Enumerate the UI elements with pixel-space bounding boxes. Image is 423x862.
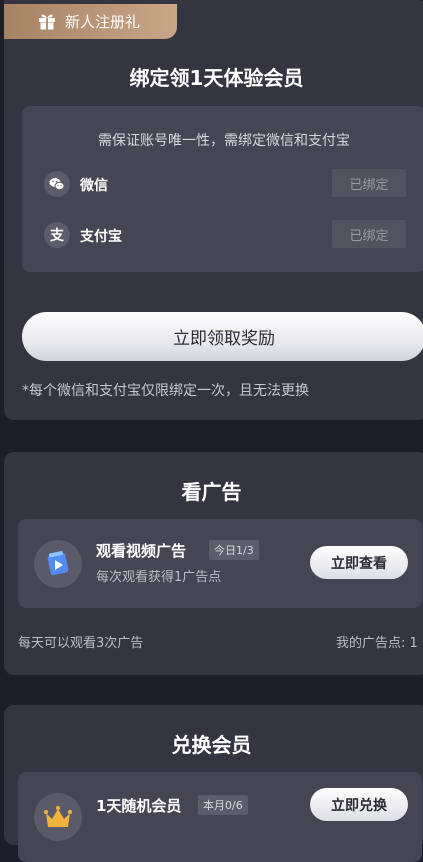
- vip-monthly-badge: 本月0/6: [198, 795, 248, 815]
- wechat-label: 微信: [80, 178, 108, 194]
- wechat-icon: [44, 171, 70, 197]
- ad-section-title: 看广告: [181, 480, 242, 504]
- ad-daily-badge: 今日1/3: [209, 540, 259, 560]
- vip-task-panel: 1天随机会员 本月0/6 立即兑换: [18, 772, 422, 862]
- ad-points: 我的广告点: 1: [336, 636, 418, 651]
- wechat-bound-button[interactable]: 已绑定: [332, 169, 406, 197]
- vip-task-title: 1天随机会员: [96, 797, 182, 815]
- view-ad-button[interactable]: 立即查看: [310, 546, 408, 579]
- alipay-bound-button[interactable]: 已绑定: [332, 220, 406, 248]
- bind-panel: 需保证账号唯一性，需绑定微信和支付宝 微信 已绑定 支 支付宝 已绑定: [22, 106, 423, 272]
- alipay-icon: 支: [44, 222, 70, 248]
- claim-reward-button[interactable]: 立即领取奖励: [22, 312, 423, 361]
- crown-icon: [34, 793, 82, 841]
- vip-section-title: 兑换会员: [171, 733, 252, 757]
- ad-task-panel: 观看视频广告 今日1/3 每次观看获得1广告点 立即查看: [18, 519, 422, 608]
- ad-daily-limit: 每天可以观看3次广告: [18, 636, 144, 651]
- bind-footnote: *每个微信和支付宝仅限绑定一次，且无法更换: [22, 383, 309, 399]
- video-ad-icon: [34, 540, 82, 588]
- bind-section-title: 绑定领1天体验会员: [129, 66, 304, 90]
- ad-task-desc: 每次观看获得1广告点: [96, 570, 222, 585]
- bind-reward-card: 绑定领1天体验会员 需保证账号唯一性，需绑定微信和支付宝 微信 已绑定 支 支付…: [4, 0, 423, 420]
- gift-icon: [39, 14, 55, 30]
- alipay-label: 支付宝: [80, 229, 122, 245]
- tag-label: 新人注册礼: [65, 13, 141, 31]
- new-user-gift-tag: 新人注册礼: [4, 4, 177, 39]
- ad-task-title: 观看视频广告: [96, 542, 187, 560]
- bind-note: 需保证账号唯一性，需绑定微信和支付宝: [98, 133, 350, 149]
- redeem-vip-button[interactable]: 立即兑换: [310, 788, 408, 821]
